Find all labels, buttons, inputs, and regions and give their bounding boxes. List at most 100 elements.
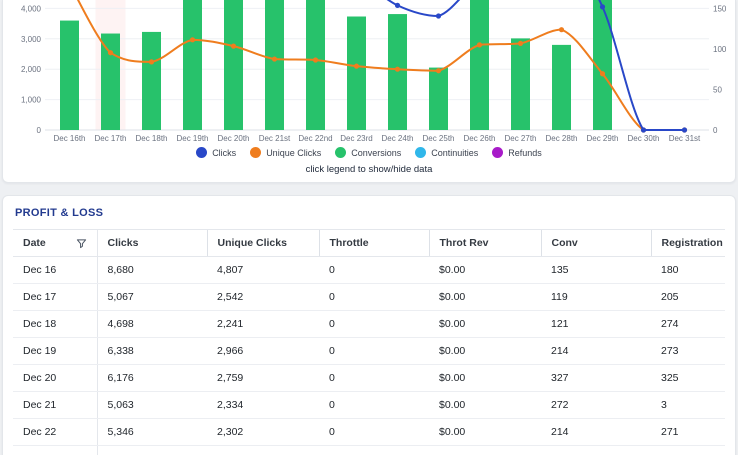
data-point <box>558 27 565 33</box>
row-cell: 135 <box>541 256 651 284</box>
row-cell: 2,542 <box>207 283 319 311</box>
row-cell: 5,063 <box>97 391 207 419</box>
row-cell: 4,698 <box>97 310 207 338</box>
column-header-registration: Registration <box>650 229 725 257</box>
legend-item-unique-clicks[interactable]: Unique Clicks <box>250 147 321 158</box>
profit-loss-title: PROFIT & LOSS <box>15 207 104 219</box>
data-point <box>189 37 196 43</box>
legend-item-conversions[interactable]: Conversions <box>335 147 401 158</box>
analytics-chart-card: 0 1,000 2,000 3,000 4,000 0 50 100 150 Dec 16th De… <box>2 0 736 183</box>
bar-Dec 21st <box>265 0 284 131</box>
x-axis-label: Dec 19th <box>176 134 208 143</box>
left-axis-tick: 2,000 <box>21 65 42 74</box>
column-header-clicks: Clicks <box>96 229 207 257</box>
x-axis-label: Dec 28th <box>545 134 577 143</box>
table-row: Dec 20 6,176 2,759 0 $0.00 327 325 <box>13 364 725 392</box>
combo-chart[interactable]: 0 1,000 2,000 3,000 4,000 0 50 100 150 Dec 16th De… <box>3 0 735 146</box>
table-row: Dec 21 5,063 2,334 0 $0.00 272 3 <box>13 391 725 419</box>
x-axis-label: Dec 27th <box>504 134 536 143</box>
legend-dot-icon <box>250 147 262 158</box>
x-axis-label: Dec 16th <box>53 134 85 143</box>
row-cell: 327 <box>541 364 651 392</box>
right-axis-tick: 100 <box>713 45 727 54</box>
row-cell: $0.00 <box>429 364 541 392</box>
legend-dot-icon <box>196 147 208 158</box>
column-header-conv: Conv <box>540 229 651 257</box>
left-axis-tick: 4,000 <box>21 4 42 13</box>
row-date-cell: Dec 21 <box>13 391 98 419</box>
row-cell: 0 <box>319 418 429 446</box>
data-point <box>435 68 442 74</box>
row-cell: 2,966 <box>207 337 319 365</box>
data-point <box>148 59 155 65</box>
pl-table-body: Dec 16 8,680 4,807 0 $0.00 135 180 Dec 17 5,067 2… <box>13 256 725 455</box>
profit-loss-card: PROFIT & LOSS Date Clicks Unique Clicks Thr… <box>2 195 736 455</box>
data-point <box>640 127 647 133</box>
legend-dot-icon <box>492 147 504 158</box>
bar-Dec 23rd <box>347 16 366 130</box>
right-axis-tick: 50 <box>713 85 722 94</box>
data-point <box>476 42 483 48</box>
column-header-throttle: Throttle <box>318 229 429 257</box>
row-cell: 121 <box>541 310 651 338</box>
row-cell: 2,241 <box>207 310 319 338</box>
legend-label: Continuities <box>431 147 479 158</box>
data-point <box>107 50 114 56</box>
line-unique-clicks <box>76 0 686 131</box>
column-header-unique-clicks: Unique Clicks <box>206 229 319 257</box>
row-date-cell: Dec 18 <box>13 310 98 338</box>
filter-icon[interactable] <box>76 238 87 249</box>
row-cell: 6,176 <box>97 364 207 392</box>
row-date-cell: Dec 20 <box>13 364 98 392</box>
x-axis-label: Dec 26th <box>463 134 495 143</box>
legend-item-clicks[interactable]: Clicks <box>196 147 236 158</box>
x-axis-label: Dec 30th <box>627 134 659 143</box>
row-cell: $0.00 <box>429 391 541 419</box>
row-cell: 2,302 <box>207 418 319 446</box>
data-point <box>681 127 688 133</box>
bar-Dec 20th <box>224 0 243 131</box>
bar-Dec 19th <box>183 0 202 130</box>
table-row-partial <box>13 445 725 455</box>
table-row: Dec 17 5,067 2,542 0 $0.00 119 205 <box>13 283 725 311</box>
table-row: Dec 18 4,698 2,241 0 $0.00 121 274 <box>13 310 725 338</box>
data-point <box>312 57 319 63</box>
x-axis-label: Dec 22nd <box>298 134 332 143</box>
row-cell: $0.00 <box>429 337 541 365</box>
bar-Dec 22nd <box>306 0 325 130</box>
row-cell: $0.00 <box>429 256 541 284</box>
row-cell: 271 <box>651 418 725 446</box>
row-cell: 325 <box>651 364 725 392</box>
row-date-cell: Dec 17 <box>13 283 98 311</box>
row-cell: 0 <box>319 283 429 311</box>
legend-item-continuities[interactable]: Continuities <box>415 147 478 158</box>
x-axis-label: Dec 23rd <box>340 134 372 143</box>
table-row: Dec 19 6,338 2,966 0 $0.00 214 273 <box>13 337 725 365</box>
row-cell: $0.00 <box>429 310 541 338</box>
data-point <box>599 4 606 10</box>
row-cell: $0.00 <box>429 283 541 311</box>
bar-Dec 18th <box>142 31 161 131</box>
row-cell: 180 <box>651 256 725 284</box>
left-axis-tick: 0 <box>37 126 42 135</box>
row-cell: 272 <box>541 391 651 419</box>
legend-hint-text: click legend to show/hide data <box>305 164 433 175</box>
bar-Dec 27th <box>511 38 530 130</box>
column-header-throt-rev: Throt Rev <box>428 229 541 257</box>
x-axis-label: Dec 21st <box>259 134 291 143</box>
legend-item-refunds[interactable]: Refunds <box>492 147 542 158</box>
legend-label: Refunds <box>508 147 542 158</box>
data-point <box>353 63 360 69</box>
x-axis-label: Dec 18th <box>135 134 167 143</box>
bar-Dec 17th <box>101 33 120 130</box>
row-cell: 0 <box>319 364 429 392</box>
legend-dot-icon <box>415 147 427 158</box>
data-point <box>599 71 606 77</box>
row-cell: 214 <box>541 418 651 446</box>
line-clicks <box>386 0 686 131</box>
row-cell: 4,807 <box>207 256 319 284</box>
row-cell: 0 <box>319 310 429 338</box>
row-cell: 119 <box>541 283 651 311</box>
row-cell: 274 <box>651 310 725 338</box>
right-axis-tick: 0 <box>713 126 718 135</box>
